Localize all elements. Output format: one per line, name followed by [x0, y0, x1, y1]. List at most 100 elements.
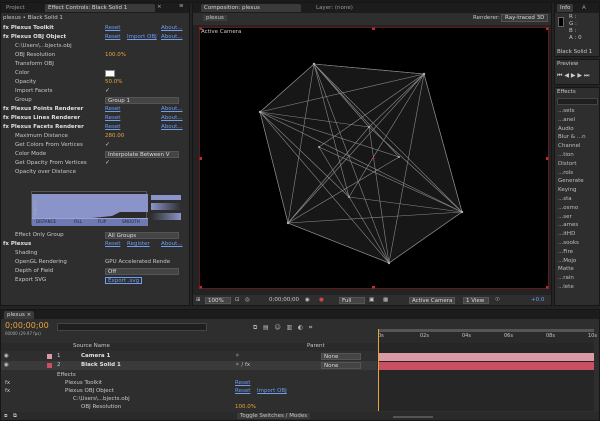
- graph-flip-button[interactable]: FLIP: [98, 219, 106, 224]
- about-link[interactable]: About...: [161, 24, 183, 33]
- toggle-switches-modes[interactable]: Toggle Switches / Modes: [237, 413, 311, 419]
- zoom-slider[interactable]: [393, 416, 433, 418]
- property-value[interactable]: 100.0%: [235, 403, 256, 412]
- reset-link[interactable]: Reset: [105, 114, 120, 123]
- layer-switches[interactable]: ✧: [235, 352, 240, 361]
- register-link[interactable]: Register: [127, 240, 150, 249]
- layer-label-color[interactable]: [47, 363, 52, 368]
- checkbox[interactable]: ✓: [105, 87, 110, 94]
- draft-3d-icon[interactable]: ▤: [263, 324, 269, 331]
- effect-row-value[interactable]: 50.0%: [105, 78, 122, 87]
- camera-dropdown[interactable]: Active Camera: [409, 297, 455, 304]
- channel-icon[interactable]: ●: [319, 297, 324, 303]
- layer-label-color[interactable]: [47, 354, 52, 359]
- effects-category[interactable]: ...tion: [555, 151, 599, 160]
- first-frame-icon[interactable]: ⏮: [557, 72, 562, 79]
- effect-row-label[interactable]: fx Plexus OBJ Object: [3, 33, 66, 42]
- effects-category[interactable]: Distort: [555, 160, 599, 169]
- time-ruler[interactable]: 0s 02s 04s 06s 08s 10s: [378, 329, 597, 343]
- export-svg-button[interactable]: Export .svg: [105, 277, 143, 284]
- resolution-dropdown[interactable]: Full: [339, 297, 365, 304]
- camera-layer-bar[interactable]: [378, 353, 594, 361]
- effects-category[interactable]: Keying: [555, 186, 599, 195]
- effects-category[interactable]: Blur & ...n: [555, 133, 599, 142]
- effects-category[interactable]: ...lete: [555, 283, 599, 292]
- about-link[interactable]: About...: [161, 240, 183, 249]
- tab-project[interactable]: Project: [3, 4, 28, 12]
- effect-row-value[interactable]: 100.0%: [105, 51, 126, 60]
- effects-category[interactable]: Matte: [555, 265, 599, 274]
- effect-row-label[interactable]: fx Plexus Facets Renderer: [3, 123, 84, 132]
- panel-menu-icon[interactable]: ≡: [179, 3, 184, 9]
- checkbox[interactable]: ✓: [105, 159, 110, 166]
- parent-dropdown[interactable]: None: [321, 362, 361, 369]
- effect-row-value[interactable]: GPU Accelerated Rende: [105, 258, 170, 267]
- tab-timeline[interactable]: plexus ×: [4, 311, 35, 319]
- transparency-icon[interactable]: ▦: [383, 297, 388, 303]
- effects-category[interactable]: Audio: [555, 125, 599, 134]
- graph-editor-icon[interactable]: ⌗: [309, 324, 312, 331]
- shy-icon[interactable]: ☺: [274, 324, 280, 331]
- play-icon[interactable]: ▶: [571, 72, 576, 79]
- about-link[interactable]: About...: [161, 114, 183, 123]
- close-icon[interactable]: ×: [157, 4, 162, 10]
- graph-smooth-button[interactable]: SMOOTH: [122, 219, 140, 224]
- effects-category[interactable]: ...osmo: [555, 204, 599, 213]
- effects-category[interactable]: Generate: [555, 177, 599, 186]
- effect-row-dropdown[interactable]: Off: [105, 268, 179, 275]
- effect-row-dropdown[interactable]: Interpolate Between V: [105, 151, 179, 158]
- exposure-icon[interactable]: ☉: [495, 297, 500, 303]
- comp-timecode[interactable]: 0;00;00;00: [269, 297, 299, 303]
- reset-link[interactable]: Reset: [105, 105, 120, 114]
- effect-row-label[interactable]: fx Plexus Toolkit: [3, 24, 54, 33]
- layer-name[interactable]: Black Solid 1: [81, 361, 121, 370]
- snapshot-icon[interactable]: ◉: [305, 297, 310, 303]
- tab-effect-controls[interactable]: Effect Controls: Black Solid 1: [45, 4, 155, 12]
- timeline-timecode[interactable]: 0;00;00;00: [5, 321, 49, 330]
- effects-category[interactable]: ...sta: [555, 195, 599, 204]
- renderer-dropdown[interactable]: Ray-traced 3D: [501, 14, 549, 22]
- effects-category[interactable]: ...rain: [555, 274, 599, 283]
- effect-row-dropdown[interactable]: All Groups: [105, 232, 179, 239]
- effect-row-value[interactable]: 280.00: [105, 132, 124, 141]
- effects-category[interactable]: ...anel: [555, 116, 599, 125]
- color-swatch-white[interactable]: [105, 70, 115, 77]
- parent-dropdown[interactable]: None: [321, 353, 361, 360]
- reset-link[interactable]: Reset: [105, 123, 120, 132]
- effect-row-label[interactable]: fx Plexus Points Renderer: [3, 105, 83, 114]
- timeline-search[interactable]: [57, 323, 207, 331]
- frame-blend-icon[interactable]: ▥: [286, 324, 292, 331]
- last-frame-icon[interactable]: ⏭: [584, 72, 589, 79]
- timeline-layer-row[interactable]: 2 ◉ Black Solid 1 ✧ / fx None: [1, 361, 377, 370]
- mask-icon[interactable]: ◎: [245, 297, 250, 303]
- reset-link[interactable]: Reset: [105, 33, 120, 42]
- solid-layer-bar[interactable]: [378, 362, 594, 370]
- timeline-layer-row[interactable]: 1 ◉ Camera 1 ✧ None: [1, 352, 377, 361]
- prev-frame-icon[interactable]: ◀: [564, 72, 569, 79]
- tab-info[interactable]: Info: [557, 4, 574, 12]
- tab-composition[interactable]: Composition: plexus: [201, 4, 301, 12]
- effect-row-dropdown[interactable]: Group 1: [105, 97, 179, 104]
- work-area-bar[interactable]: [378, 329, 594, 332]
- views-dropdown[interactable]: 1 View: [463, 297, 489, 304]
- visibility-eye-icon[interactable]: ◉: [4, 361, 9, 370]
- effects-category[interactable]: ...Mojo: [555, 257, 599, 266]
- comp-mini-flowchart-icon[interactable]: ⧉: [253, 324, 257, 331]
- effect-extra-link[interactable]: Import OBJ: [127, 33, 157, 42]
- expand-transfer-icon[interactable]: ⧉: [13, 413, 17, 420]
- tab-layer[interactable]: Layer: (none): [313, 4, 356, 12]
- visibility-eye-icon[interactable]: ◉: [4, 352, 9, 361]
- about-link[interactable]: About...: [161, 105, 183, 114]
- preset-curve-2-icon[interactable]: [151, 203, 181, 210]
- effects-category[interactable]: Channel: [555, 142, 599, 151]
- about-link[interactable]: About...: [161, 123, 183, 132]
- roi-icon[interactable]: ▣: [369, 297, 374, 303]
- zoom-dropdown[interactable]: 100%: [205, 297, 231, 304]
- effect-row-label[interactable]: fx Plexus: [3, 240, 31, 249]
- effects-category[interactable]: ...sets: [555, 107, 599, 116]
- exposure-value[interactable]: +0.0: [531, 297, 544, 303]
- tab-audio[interactable]: A: [579, 4, 589, 12]
- effects-category[interactable]: ...ames: [555, 221, 599, 230]
- about-link[interactable]: About...: [161, 33, 183, 42]
- layer-switches[interactable]: ✧ / fx: [235, 361, 250, 370]
